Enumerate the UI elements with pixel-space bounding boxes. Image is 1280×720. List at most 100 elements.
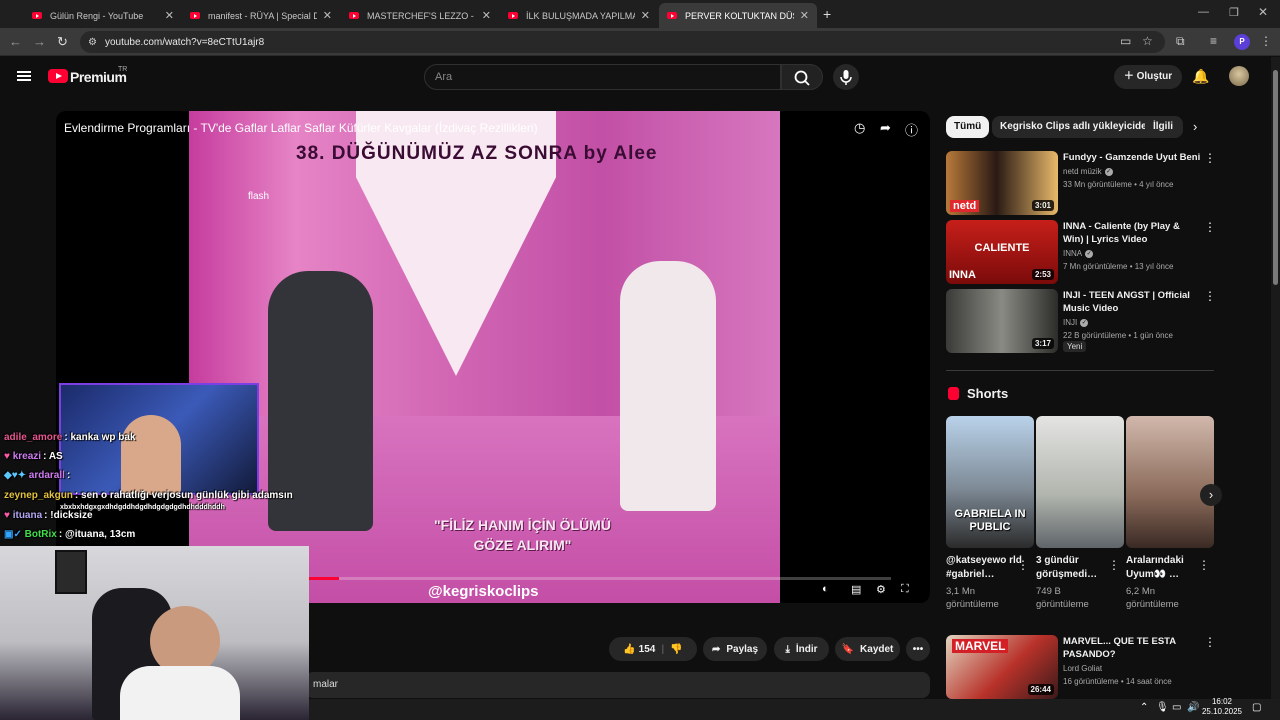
back-icon[interactable]: ← xyxy=(9,34,22,49)
shorts-next-button[interactable]: › xyxy=(1200,484,1222,506)
settings-gear-icon[interactable]: ⚙ xyxy=(876,583,886,596)
notification-center-icon[interactable]: ▢ xyxy=(1252,702,1261,713)
chat-text: : sen o rahatlığı verjosun günlük gibi a… xyxy=(74,490,293,501)
chat-username: adile_amore xyxy=(4,432,63,443)
close-tab-icon[interactable]: ✕ xyxy=(641,9,650,22)
scrollbar-thumb[interactable] xyxy=(1273,70,1278,285)
share-button[interactable]: ➦ Paylaş xyxy=(703,637,767,661)
more-vert-icon[interactable]: ⋮ xyxy=(1017,558,1029,572)
related-video[interactable]: netd 3:01 Fundyy - Gamzende Uyut Beni ne… xyxy=(946,151,1216,215)
browser-tab[interactable]: manifest - RÜYA | Special Dance ✕ xyxy=(182,3,340,28)
new-tab-button[interactable]: + xyxy=(823,6,831,22)
browser-tab[interactable]: İLK BULUŞMADA YAPILMAMASI ✕ xyxy=(500,3,658,28)
subtitles-icon[interactable]: ▤ xyxy=(851,583,861,596)
related-video-title[interactable]: INJI - TEEN ANGST | Official Music Video xyxy=(1063,289,1201,315)
extensions-icon[interactable]: ⧉ xyxy=(1176,34,1185,49)
close-tab-icon[interactable]: ✕ xyxy=(800,9,809,22)
chat-username: BotRix xyxy=(24,529,57,540)
watch-later-icon[interactable]: ◷ xyxy=(854,120,865,136)
account-avatar[interactable] xyxy=(1229,66,1249,86)
notifications-bell-icon[interactable]: 🔔 xyxy=(1192,68,1209,85)
channel-label: INNA xyxy=(1063,249,1083,258)
video-thumbnail[interactable]: 3:17 xyxy=(946,289,1058,353)
related-video-title[interactable]: INNA - Caliente (by Play & Win) | Lyrics… xyxy=(1063,220,1201,246)
close-tab-icon[interactable]: ✕ xyxy=(323,9,332,22)
chevron-right-icon[interactable]: › xyxy=(1193,119,1197,134)
close-window-icon[interactable]: ✕ xyxy=(1258,5,1268,19)
share-icon[interactable]: ➦ xyxy=(880,120,891,136)
short-title[interactable]: 3 gündür görüşmedi… xyxy=(1036,554,1112,582)
more-vert-icon[interactable]: ⋮ xyxy=(1204,220,1216,234)
short-thumbnail[interactable] xyxy=(1036,416,1124,548)
address-bar[interactable]: ⚙ youtube.com/watch?v=8eCTtU1ajr8 xyxy=(80,31,1165,53)
related-video[interactable]: MARVEL 26:44 MARVEL... QUE TE ESTA PASAN… xyxy=(946,635,1216,699)
thumbs-down-icon[interactable]: 👎 xyxy=(670,644,682,655)
create-button[interactable]: ＋ Oluştur xyxy=(1114,65,1182,89)
site-info-icon[interactable]: ⚙ xyxy=(88,37,97,48)
channel-name[interactable]: INJI ✓ xyxy=(1063,318,1089,327)
short-thumbnail[interactable]: GABRIELA IN PUBLIC xyxy=(946,416,1034,548)
save-button[interactable]: 🔖 Kaydet xyxy=(835,637,900,661)
download-button[interactable]: ⤓ İndir xyxy=(774,637,829,661)
search-input[interactable]: Ara xyxy=(424,64,781,90)
reading-list-icon[interactable]: ≡ xyxy=(1210,34,1217,48)
browser-tab[interactable]: Gülün Rengi - YouTube ✕ xyxy=(24,3,182,28)
minimize-icon[interactable]: — xyxy=(1198,6,1209,18)
video-player[interactable]: flash 38. DÜĞÜNÜMÜZ AZ SONRA by Alee "Fİ… xyxy=(56,111,930,603)
more-vert-icon[interactable]: ⋮ xyxy=(1204,635,1216,649)
video-thumbnail[interactable]: MARVEL 26:44 xyxy=(946,635,1058,699)
tab-title: Gülün Rengi - YouTube xyxy=(50,10,144,21)
browser-tab-active[interactable]: PERVER KOLTUKTAN DÜŞÜYOR ✕ xyxy=(659,3,817,28)
video-thumbnail[interactable]: netd 3:01 xyxy=(946,151,1058,215)
video-thumbnail[interactable]: CALIENTE INNA 2:53 xyxy=(946,220,1058,284)
comments-section-bar[interactable]: malar xyxy=(305,672,930,698)
info-icon[interactable]: ⓘ xyxy=(905,120,918,139)
reload-icon[interactable]: ↻ xyxy=(57,34,68,50)
fullscreen-icon[interactable]: ⛶ xyxy=(901,583,909,596)
network-icon[interactable]: ▭ xyxy=(1172,702,1181,713)
microphone-tray-icon[interactable]: 🎙 xyxy=(1156,702,1169,713)
progress-bar[interactable] xyxy=(304,577,891,580)
channel-watermark: @kegriskoclips xyxy=(428,583,539,600)
more-actions-button[interactable]: ••• xyxy=(906,637,930,661)
restore-icon[interactable]: ❐ xyxy=(1229,6,1239,19)
more-vert-icon[interactable]: ⋮ xyxy=(1198,558,1210,572)
more-vert-icon[interactable]: ⋮ xyxy=(1204,151,1216,165)
profile-avatar[interactable]: P xyxy=(1234,34,1250,50)
short-title[interactable]: @katseyewo rld #gabriel… xyxy=(946,554,1022,582)
related-video[interactable]: CALIENTE INNA 2:53 INNA - Caliente (by P… xyxy=(946,220,1216,284)
chip-all[interactable]: Tümü xyxy=(946,116,990,138)
bookmark-star-icon[interactable]: ☆ xyxy=(1142,34,1153,48)
chip-related[interactable]: İlgili xyxy=(1145,116,1183,138)
close-tab-icon[interactable]: ✕ xyxy=(482,9,491,22)
youtube-logo-icon[interactable] xyxy=(48,69,68,83)
short-title[interactable]: Aralarındaki Uyum👀 … xyxy=(1126,554,1202,582)
browser-menu-icon[interactable]: ⋮ xyxy=(1260,34,1272,48)
like-button[interactable]: 👍 154 xyxy=(623,644,655,655)
more-vert-icon[interactable]: ⋮ xyxy=(1108,558,1120,572)
related-video-title[interactable]: Fundyy - Gamzende Uyut Beni xyxy=(1063,151,1201,164)
voice-search-button[interactable] xyxy=(833,64,859,90)
more-vert-icon[interactable]: ⋮ xyxy=(1204,289,1216,303)
menu-icon[interactable] xyxy=(17,71,31,81)
video-title[interactable]: Evlendirme Programları - TV'de Gaflar La… xyxy=(64,121,538,135)
short-thumbnail[interactable] xyxy=(1126,416,1214,548)
channel-name[interactable]: Lord Goliat xyxy=(1063,664,1102,673)
channel-name[interactable]: netd müzik ✓ xyxy=(1063,167,1113,176)
autoplay-toggle-icon[interactable]: ◐ xyxy=(822,583,829,595)
related-video-title[interactable]: MARVEL... QUE TE ESTA PASANDO? xyxy=(1063,635,1201,661)
person-shirt xyxy=(120,666,240,720)
close-tab-icon[interactable]: ✕ xyxy=(165,9,174,22)
chip-from-uploader[interactable]: Kegrisko Clips adlı yükleyiciden xyxy=(992,116,1161,138)
forward-icon[interactable]: → xyxy=(33,34,46,49)
system-clock[interactable]: 16:02 25.10.2025 xyxy=(1200,697,1244,717)
search-button[interactable] xyxy=(781,64,823,90)
tray-expand-icon[interactable]: ⌃ xyxy=(1140,702,1148,713)
chat-text: : xyxy=(66,470,71,481)
chat-message: ♥ kreazi: AS xyxy=(4,451,63,462)
browser-tab[interactable]: MASTERCHEF'S LEZZO - YouTube ✕ xyxy=(341,3,499,28)
cast-icon[interactable]: ▭ xyxy=(1120,34,1131,48)
channel-name[interactable]: INNA ✓ xyxy=(1063,249,1094,258)
related-video[interactable]: 3:17 INJI - TEEN ANGST | Official Music … xyxy=(946,289,1216,353)
volume-icon[interactable]: 🔊 xyxy=(1187,702,1199,713)
